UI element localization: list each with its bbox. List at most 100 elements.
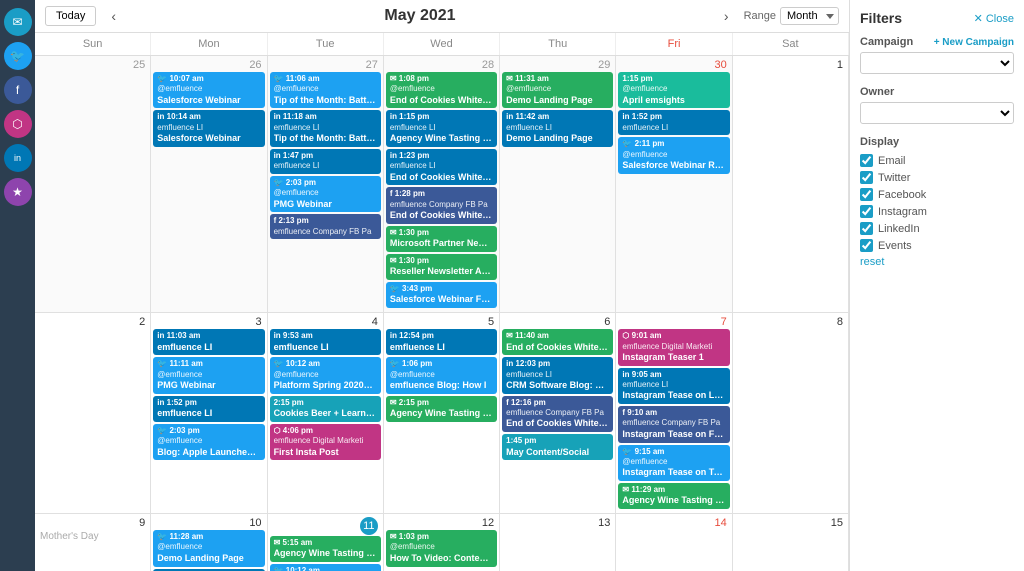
day-num-10: 10 [153,516,264,530]
event-11[interactable]: f 1:28 pm emfluence Company FB Pa End of… [386,187,497,223]
filters-close[interactable]: ✕ Close [974,12,1014,25]
cell-apr-26: 26 🐦 10:07 am @emfluence Salesforce Webi… [151,56,267,313]
cell-apr-28: 28 ✉ 1:08 pm @emfluence End of Cookies W… [384,56,500,313]
day-header-sun: Sun [35,33,151,55]
day-num-5: 5 [386,315,497,329]
event-10[interactable]: in 1:23 pm emfluence LI End of Cookies W… [386,149,497,185]
day-headers: Sun Mon Tue Wed Thu Fri Sat [35,33,849,56]
event-7[interactable]: f 2:13 pm emfluence Company FB Pa [270,214,381,239]
event-25[interactable]: 🐦 10:12 am @emfluence Platform Spring 20… [270,357,381,393]
cell-may-7: 7 ⬡ 9:01 am emfluence Digital Marketi In… [616,313,732,514]
event-8[interactable]: ✉ 1:08 pm @emfluence End of Cookies Whit… [386,72,497,108]
display-check-linkedin[interactable] [860,222,873,235]
event-17[interactable]: 1:15 pm @emfluence April emsights [618,72,729,108]
event-37[interactable]: f 9:10 am emfluence Company FB Pa Instag… [618,406,729,442]
event-5[interactable]: in 1:47 pm emfluence LI [270,149,381,174]
range-select-group: Range Month Week Day [744,7,839,25]
display-label-instagram: Instagram [878,206,927,218]
event-26[interactable]: 2:15 pm Cookies Beer + Learn #1 [270,396,381,422]
display-item-twitter: Twitter [860,171,1014,184]
day-header-thu: Thu [500,33,616,55]
event-16[interactable]: in 11:42 am emfluence LI Demo Landing Pa… [502,110,613,146]
display-item-facebook: Facebook [860,188,1014,201]
event-34[interactable]: 1:45 pm May Content/Social [502,434,613,460]
day-num-28: 28 [386,58,497,72]
day-header-mon: Mon [151,33,267,55]
cell-apr-27: 27 🐦 11:06 am @emfluence Tip of the Mont… [268,56,384,313]
event-20[interactable]: in 11:03 am emfluence LI [153,329,264,355]
display-check-email[interactable] [860,154,873,167]
event-19[interactable]: 🐦 2:11 pm @emfluence Salesforce Webinar … [618,137,729,173]
owner-select[interactable] [860,102,1014,124]
event-43[interactable]: 🐦 10:12 am @emfluence Blog: How Much Con… [270,564,381,571]
event-3[interactable]: 🐦 11:06 am @emfluence Tip of the Month: … [270,72,381,108]
event-4[interactable]: in 11:18 am emfluence LI Tip of the Mont… [270,110,381,146]
calendar-area: Sun Mon Tue Wed Thu Fri Sat 2 5 26 🐦 10:0… [35,33,849,571]
event-22[interactable]: in 1:52 pm emfluence LI [153,396,264,422]
display-check-twitter[interactable] [860,171,873,184]
event-18[interactable]: in 1:52 pm emfluence LI [618,110,729,135]
display-item-email: Email [860,154,1014,167]
event-31[interactable]: ✉ 11:40 am End of Cookies Whitepape [502,329,613,355]
next-arrow[interactable]: › [719,8,734,24]
event-29[interactable]: 🐦 1:06 pm @emfluence emfluence Blog: How… [386,357,497,393]
event-1[interactable]: 🐦 10:07 am @emfluence Salesforce Webinar [153,72,264,108]
event-45[interactable]: ✉ 1:03 pm @emfluence How To Video: Conte… [386,530,497,566]
sidebar-icon-star[interactable]: ★ [4,178,32,206]
day-num-9: 9 [37,516,148,530]
filters-title: Filters [860,10,902,26]
range-dropdown[interactable]: Month Week Day [780,7,839,25]
today-button[interactable]: Today [45,6,96,26]
event-28[interactable]: in 12:54 pm emfluence LI [386,329,497,355]
day-num-11: 11 [270,516,381,536]
display-item-instagram: Instagram [860,205,1014,218]
event-14[interactable]: 🐦 3:43 pm Salesforce Webinar Follo [386,282,497,308]
display-label-facebook: Facebook [878,189,926,201]
event-33[interactable]: f 12:16 pm emfluence Company FB Pa End o… [502,396,613,432]
cell-may-2: 2 [35,313,151,514]
cell-may-1: 1 [733,56,849,313]
day-header-fri: Fri [616,33,732,55]
prev-arrow[interactable]: ‹ [106,8,121,24]
event-38[interactable]: 🐦 9:15 am @emfluence Instagram Tease on … [618,445,729,481]
event-40[interactable]: 🐦 11:28 am @emfluence Demo Landing Page [153,530,264,566]
day-num-26: 26 [153,58,264,72]
event-30[interactable]: ✉ 2:15 pm Agency Wine Tasting Invit [386,396,497,422]
display-label-twitter: Twitter [878,172,910,184]
display-check-facebook[interactable] [860,188,873,201]
sidebar-icon-email[interactable]: ✉ [4,8,32,36]
display-check-instagram[interactable] [860,205,873,218]
day-num-1: 1 [735,58,846,72]
sidebar-icon-facebook[interactable]: f [4,76,32,104]
event-35[interactable]: ⬡ 9:01 am emfluence Digital Marketi Inst… [618,329,729,365]
event-42[interactable]: ✉ 5:15 am Agency Wine Tasting Invit [270,536,381,562]
event-2[interactable]: in 10:14 am emfluence LI Salesforce Webi… [153,110,264,146]
cell-may-14: 14 [616,514,732,571]
event-9[interactable]: in 1:15 pm emfluence LI Agency Wine Tast… [386,110,497,146]
cell-may-12: 12 ✉ 1:03 pm @emfluence How To Video: Co… [384,514,500,571]
event-6[interactable]: 🐦 2:03 pm @emfluence PMG Webinar [270,176,381,212]
event-13[interactable]: ✉ 1:30 pm Reseller Newsletter April [386,254,497,280]
event-27[interactable]: ⬡ 4:06 pm emfluence Digital Marketi Firs… [270,424,381,460]
event-21[interactable]: 🐦 11:11 am @emfluence PMG Webinar [153,357,264,393]
display-check-events[interactable] [860,239,873,252]
campaign-select[interactable] [860,52,1014,74]
owner-filter-section: Owner [860,86,1014,124]
event-15[interactable]: ✉ 11:31 am @emfluence Demo Landing Page [502,72,613,108]
event-36[interactable]: in 9:05 am emfluence LI Instagram Tease … [618,368,729,404]
cell-may-5: 5 in 12:54 pm emfluence LI 🐦 1:06 pm @em… [384,313,500,514]
cell-may-11: 11 ✉ 5:15 am Agency Wine Tasting Invit 🐦… [268,514,384,571]
event-23[interactable]: 🐦 2:03 pm @emfluence Blog: Apple Launche… [153,424,264,460]
reset-link[interactable]: reset [860,256,1014,268]
event-24[interactable]: in 9:53 am emfluence LI [270,329,381,355]
event-32[interactable]: in 12:03 pm emfluence LI CRM Software Bl… [502,357,613,393]
event-12[interactable]: ✉ 1:30 pm Microsoft Partner Newsle [386,226,497,252]
sidebar-icon-instagram[interactable]: ⬡ [4,110,32,138]
cell-may-10: 10 🐦 11:28 am @emfluence Demo Landing Pa… [151,514,267,571]
new-campaign-link[interactable]: + New Campaign [934,37,1014,48]
sidebar: ✉ 🐦 f ⬡ in ★ [0,0,35,571]
sidebar-icon-linkedin[interactable]: in [4,144,32,172]
event-39[interactable]: ✉ 11:29 am Agency Wine Tasting Invit [618,483,729,509]
day-num-2: 2 [37,315,148,329]
sidebar-icon-twitter[interactable]: 🐦 [4,42,32,70]
